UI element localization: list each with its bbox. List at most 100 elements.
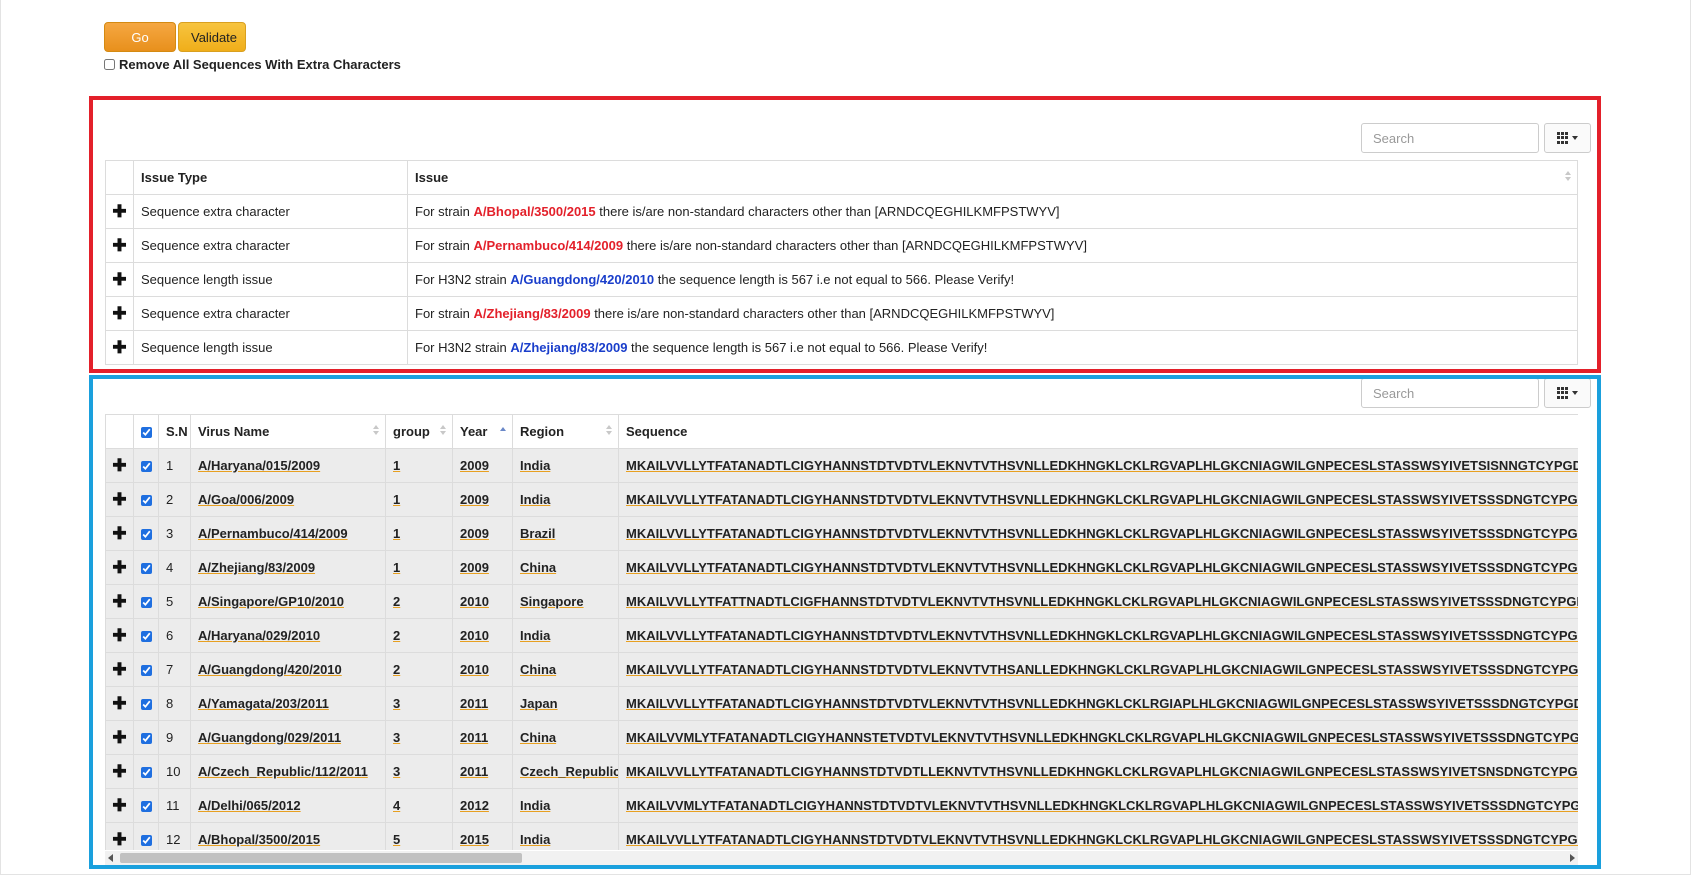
region-link[interactable]: India xyxy=(520,492,550,507)
region-link[interactable]: China xyxy=(520,662,556,677)
expand-row-icon[interactable]: ✚ xyxy=(105,194,134,229)
virus-name-cell[interactable]: A/Yamagata/203/2011 xyxy=(190,686,386,721)
group-link[interactable]: 2 xyxy=(393,594,400,609)
group-cell[interactable]: 2 xyxy=(385,652,453,687)
sequence-link[interactable]: MKAILVVMLYTFATANADTLCIGYHANNSTDTVDTVLEKN… xyxy=(626,798,1578,813)
row-select-checkbox[interactable] xyxy=(140,563,152,575)
sequence-header[interactable]: Sequence xyxy=(618,414,1578,449)
row-select-cell[interactable] xyxy=(133,618,159,653)
region-link[interactable]: China xyxy=(520,560,556,575)
year-cell[interactable]: 2009 xyxy=(452,550,513,585)
year-cell[interactable]: 2011 xyxy=(452,720,513,755)
expand-row-icon[interactable]: ✚ xyxy=(105,720,134,755)
region-header[interactable]: Region xyxy=(512,414,619,449)
virus-name-cell[interactable]: A/Zhejiang/83/2009 xyxy=(190,550,386,585)
virus-name-link[interactable]: A/Delhi/065/2012 xyxy=(198,798,301,813)
sequence-link[interactable]: MKAILVVLLYTFATANADTLCIGYHANNSTDTVDTVLEKN… xyxy=(626,628,1578,643)
expand-row-icon[interactable]: ✚ xyxy=(105,262,134,297)
group-cell[interactable]: 1 xyxy=(385,550,453,585)
virus-name-link[interactable]: A/Haryana/015/2009 xyxy=(198,458,320,473)
group-cell[interactable]: 4 xyxy=(385,788,453,823)
group-link[interactable]: 2 xyxy=(393,662,400,677)
expand-row-icon[interactable]: ✚ xyxy=(105,822,134,850)
sequence-cell[interactable]: MKAILVVLLYTFATANADTLCIGYHANNSTDTVDTVLEKN… xyxy=(618,550,1578,585)
region-cell[interactable]: India xyxy=(512,482,619,517)
year-cell[interactable]: 2015 xyxy=(452,822,513,850)
group-link[interactable]: 3 xyxy=(393,764,400,779)
group-link[interactable]: 1 xyxy=(393,526,400,541)
year-link[interactable]: 2011 xyxy=(460,730,488,745)
row-select-cell[interactable] xyxy=(133,788,159,823)
group-link[interactable]: 4 xyxy=(393,798,400,813)
group-cell[interactable]: 5 xyxy=(385,822,453,850)
region-link[interactable]: India xyxy=(520,832,550,847)
row-select-cell[interactable] xyxy=(133,482,159,517)
region-link[interactable]: India xyxy=(520,458,550,473)
horizontal-scrollbar[interactable] xyxy=(105,851,1578,865)
virus-name-link[interactable]: A/Bhopal/3500/2015 xyxy=(198,832,320,847)
sequence-cell[interactable]: MKAILVVLLYTFATANADTLCIGYHANNSTDTVDTVLEKN… xyxy=(618,822,1578,850)
scroll-right-icon[interactable] xyxy=(1570,854,1575,862)
row-select-checkbox[interactable] xyxy=(140,461,152,473)
sequence-link[interactable]: MKAILVVMLYTFATANADTLCIGYHANNSTETVDTVLEKN… xyxy=(626,730,1578,745)
row-select-checkbox[interactable] xyxy=(140,631,152,643)
expand-row-icon[interactable]: ✚ xyxy=(105,754,134,789)
expand-row-icon[interactable]: ✚ xyxy=(105,330,134,365)
virus-name-link[interactable]: A/Czech_Republic/112/2011 xyxy=(198,764,368,779)
row-select-cell[interactable] xyxy=(133,720,159,755)
group-link[interactable]: 1 xyxy=(393,560,400,575)
group-link[interactable]: 3 xyxy=(393,696,400,711)
year-link[interactable]: 2011 xyxy=(460,764,488,779)
sequences-scroll-area[interactable]: S.N Virus Name group Year Region Sequenc… xyxy=(105,414,1578,850)
year-header[interactable]: Year xyxy=(452,414,513,449)
go-back-button[interactable]: Go Back xyxy=(104,22,176,75)
group-link[interactable]: 2 xyxy=(393,628,400,643)
virus-name-cell[interactable]: A/Czech_Republic/112/2011 xyxy=(190,754,386,789)
sequence-cell[interactable]: MKAILVVLLYTFATANADTLCIGYHANNSTDTVDTVLEKN… xyxy=(618,482,1578,517)
year-link[interactable]: 2010 xyxy=(460,594,489,609)
year-link[interactable]: 2012 xyxy=(460,798,489,813)
year-cell[interactable]: 2010 xyxy=(452,618,513,653)
virus-name-cell[interactable]: A/Haryana/029/2010 xyxy=(190,618,386,653)
region-cell[interactable]: China xyxy=(512,550,619,585)
sequence-cell[interactable]: MKAILVVLLYTFATANADTLCIGYHANNSTDTVDTVLEKN… xyxy=(618,618,1578,653)
sequence-link[interactable]: MKAILVVLLYTFATANADTLCIGYHANNSTDTVDTLLEKN… xyxy=(626,764,1578,779)
region-cell[interactable]: China xyxy=(512,720,619,755)
year-cell[interactable]: 2009 xyxy=(452,516,513,551)
virus-name-link[interactable]: A/Pernambuco/414/2009 xyxy=(198,526,348,541)
expand-row-icon[interactable]: ✚ xyxy=(105,228,134,263)
year-link[interactable]: 2009 xyxy=(460,560,489,575)
group-cell[interactable]: 1 xyxy=(385,516,453,551)
row-select-cell[interactable] xyxy=(133,754,159,789)
row-select-checkbox[interactable] xyxy=(140,801,152,813)
sn-header[interactable]: S.N xyxy=(158,414,191,449)
sequence-cell[interactable]: MKAILVVLLYTFATANADTLCIGYHANNSTDTVDTVLEKN… xyxy=(618,652,1578,687)
expand-row-icon[interactable]: ✚ xyxy=(105,448,134,483)
region-cell[interactable]: Singapore xyxy=(512,584,619,619)
row-select-cell[interactable] xyxy=(133,516,159,551)
year-link[interactable]: 2011 xyxy=(460,696,488,711)
expand-row-icon[interactable]: ✚ xyxy=(105,296,134,331)
year-link[interactable]: 2009 xyxy=(460,492,489,507)
remove-extra-chars-option[interactable]: Remove All Sequences With Extra Characte… xyxy=(104,57,401,72)
sequences-search-input[interactable] xyxy=(1361,379,1539,408)
group-link[interactable]: 1 xyxy=(393,458,400,473)
sequence-link[interactable]: MKAILVVLLYTFATANADTLCIGYHANNSTDTVDTVLEKN… xyxy=(626,832,1578,847)
virus-name-link[interactable]: A/Singapore/GP10/2010 xyxy=(198,594,344,609)
sequence-cell[interactable]: MKAILVVLLYTFATANADTLCIGYHANNSTDTVDTVLEKN… xyxy=(618,686,1578,721)
select-all-checkbox[interactable] xyxy=(140,427,152,439)
region-cell[interactable]: China xyxy=(512,652,619,687)
region-link[interactable]: Japan xyxy=(520,696,558,711)
remove-extra-chars-checkbox[interactable] xyxy=(104,59,115,70)
scroll-left-icon[interactable] xyxy=(108,854,113,862)
year-cell[interactable]: 2010 xyxy=(452,652,513,687)
region-link[interactable]: Czech_Republic xyxy=(520,764,618,779)
expand-row-icon[interactable]: ✚ xyxy=(105,618,134,653)
virus-name-link[interactable]: A/Goa/006/2009 xyxy=(198,492,294,507)
sequence-link[interactable]: MKAILVVLLYTFATTNADTLCIGFHANNSTDTVDTVLEKN… xyxy=(626,594,1578,609)
virus-name-cell[interactable]: A/Singapore/GP10/2010 xyxy=(190,584,386,619)
expand-row-icon[interactable]: ✚ xyxy=(105,788,134,823)
group-cell[interactable]: 1 xyxy=(385,448,453,483)
row-select-checkbox[interactable] xyxy=(140,529,152,541)
virus-name-link[interactable]: A/Haryana/029/2010 xyxy=(198,628,320,643)
